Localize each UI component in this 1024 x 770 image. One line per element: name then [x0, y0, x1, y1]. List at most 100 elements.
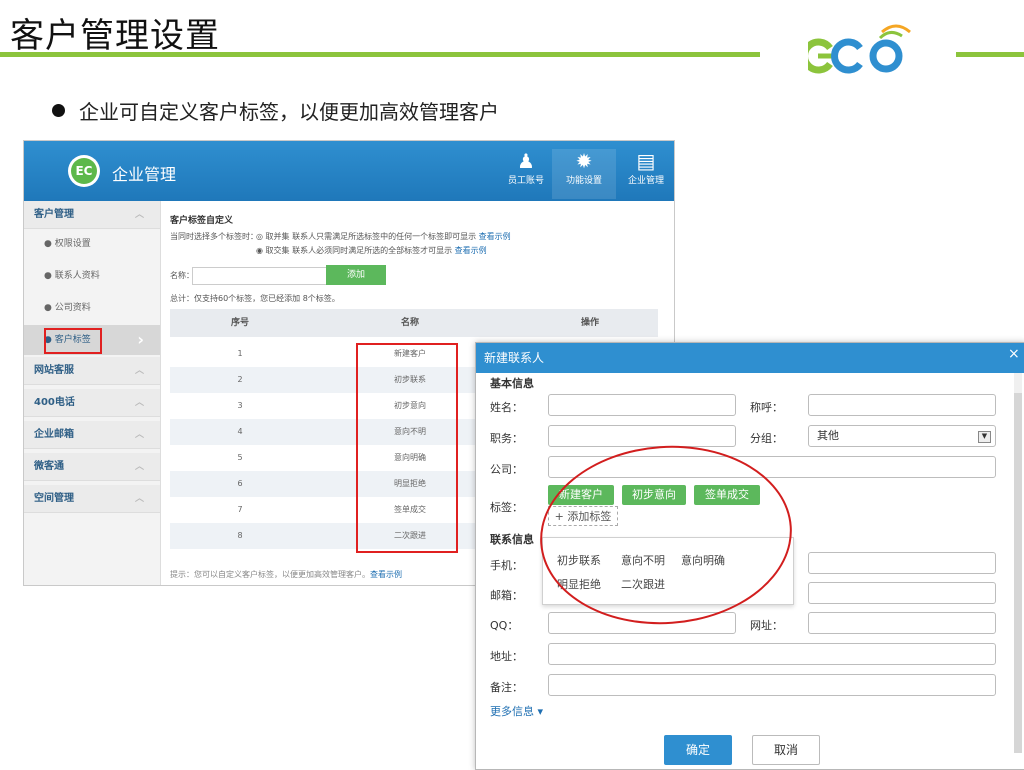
sidebar-group-mail[interactable]: 企业邮箱 ︿: [24, 421, 160, 449]
chevron-down-icon: ▼: [978, 431, 991, 443]
email-label: 邮箱：: [490, 589, 523, 602]
address-label: 地址：: [490, 650, 523, 663]
tag-summary: 总计：仅支持60个标签，您已经添加 8个标签。: [170, 294, 340, 303]
title-divider: [0, 52, 760, 57]
sidebar-group-customer[interactable]: 客户管理 ︿: [24, 201, 160, 229]
phone-input[interactable]: [808, 552, 996, 574]
radio-intersection[interactable]: ◉ 取交集 联系人必须同时满足所选的全部标签才可显示 查看示例: [256, 245, 487, 256]
row-no: 5: [237, 453, 243, 462]
sidebar-item-label: 权限设置: [54, 239, 91, 249]
position-input[interactable]: [548, 425, 736, 447]
chevron-up-icon: ︿: [134, 398, 144, 408]
row-no: 7: [237, 505, 243, 514]
section-basic-info: 基本信息: [490, 377, 534, 390]
staff-icon: ♟: [517, 149, 535, 173]
gear-icon: ✹: [575, 149, 593, 173]
qq-label: QQ：: [490, 619, 519, 632]
sidebar-group-label: 微客通: [34, 461, 64, 472]
app-title: 企业管理: [112, 165, 177, 184]
group-selected-value: 其他: [817, 429, 839, 442]
row-no: 8: [237, 531, 243, 540]
cancel-button[interactable]: 取消: [752, 735, 820, 765]
tip-example-link[interactable]: 查看示例: [370, 570, 402, 579]
tip-label: 提示：您可以自定义客户标签，以便更加高效管理客户。: [170, 570, 370, 579]
tags-label: 标签：: [490, 501, 523, 514]
name-label: 名称：: [170, 271, 194, 280]
dialog-scroll-thumb[interactable]: [1014, 393, 1022, 753]
section-contact-info: 联系信息: [490, 533, 534, 546]
remark-label: 备注：: [490, 681, 523, 694]
chevron-up-icon: ︿: [134, 494, 144, 504]
fax-input[interactable]: [808, 582, 996, 604]
nav-staff-accounts[interactable]: ♟ 员工账号: [494, 149, 558, 186]
nav-label: 功能设置: [565, 176, 602, 186]
nav-feature-settings[interactable]: ✹ 功能设置: [552, 149, 616, 199]
sidebar-group-weiketong[interactable]: 微客通 ︿: [24, 453, 160, 481]
sidebar-group-label: 400电话: [34, 397, 75, 408]
group-select[interactable]: 其他 ▼: [808, 425, 996, 447]
row-no: 1: [237, 349, 243, 358]
more-info-link[interactable]: 更多信息 ▾: [490, 703, 543, 719]
sidebar-group-400[interactable]: 400电话 ︿: [24, 389, 160, 417]
website-label: 网址：: [750, 619, 783, 632]
company-label: 公司：: [490, 463, 523, 476]
nav-label: 员工账号: [507, 176, 544, 186]
close-icon[interactable]: ×: [1008, 343, 1020, 365]
chevron-up-icon: ︿: [134, 210, 144, 220]
row-no: 2: [237, 375, 243, 384]
bullet-text: 企业可自定义客户标签，以便更加高效管理客户: [79, 100, 499, 124]
nav-label: 企业管理: [627, 176, 664, 186]
remark-input[interactable]: [548, 674, 996, 696]
col-header-no: 序号: [230, 318, 249, 328]
confirm-button[interactable]: 确定: [664, 735, 732, 765]
website-input[interactable]: [808, 612, 996, 634]
title-divider-right: [956, 52, 1024, 57]
view-example-link[interactable]: 查看示例: [455, 246, 487, 255]
sidebar-item-label: 公司资料: [54, 303, 91, 313]
sidebar-group-label: 空间管理: [34, 493, 74, 504]
sidebar: 客户管理 ︿ ● 权限设置 ● 联系人资料 ● 公司资料 ● 客户标签 › 网站客服…: [24, 201, 161, 585]
enterprise-icon: ▤: [636, 149, 656, 173]
eco-logo: [808, 24, 911, 74]
salutation-input[interactable]: [808, 394, 996, 416]
slide-title: 客户管理设置: [10, 16, 220, 56]
sidebar-item-permissions[interactable]: ● 权限设置: [24, 229, 160, 259]
chevron-right-icon: ›: [137, 330, 144, 349]
col-header-name: 名称: [400, 318, 419, 328]
sidebar-item-label: 联系人资料: [54, 271, 100, 281]
highlight-box-tag-names: [356, 343, 458, 553]
highlight-box-customer-tags: [44, 328, 102, 354]
row-no: 4: [237, 427, 243, 436]
position-label: 职务：: [490, 432, 523, 445]
bullet-dot-icon: [52, 104, 65, 117]
section-heading: 客户标签自定义: [170, 216, 234, 226]
chevron-up-icon: ︿: [134, 366, 144, 376]
sidebar-item-contact-data[interactable]: ● 联系人资料: [24, 261, 160, 291]
radio-union[interactable]: ◎ 取并集 联系人只需满足所选标签中的任何一个标签即可显示 查看示例: [256, 231, 511, 242]
add-tag-button[interactable]: 添加: [326, 265, 386, 285]
sidebar-group-space[interactable]: 空间管理 ︿: [24, 485, 160, 513]
radio-label: 取交集 联系人必须同时满足所选的全部标签才可显示: [265, 246, 453, 255]
mobile-label: 手机：: [490, 559, 523, 572]
salutation-label: 称呼：: [750, 401, 783, 414]
address-input[interactable]: [548, 643, 996, 665]
col-header-action: 操作: [580, 318, 599, 328]
dialog-title: 新建联系人: [476, 343, 1024, 373]
nav-enterprise-management[interactable]: ▤ 企业管理: [614, 149, 674, 186]
bullet-point: 企业可自定义客户标签，以便更加高效管理客户: [52, 96, 499, 125]
ec-badge-text: EC: [71, 158, 97, 184]
radio-label: 取并集 联系人只需满足所选标签中的任何一个标签即可显示: [265, 232, 477, 241]
row-no: 6: [237, 479, 243, 488]
sidebar-item-company-data[interactable]: ● 公司资料: [24, 293, 160, 323]
sidebar-group-webchat[interactable]: 网站客服 ︿: [24, 357, 160, 385]
sidebar-group-label: 企业邮箱: [34, 429, 74, 440]
chevron-up-icon: ︿: [134, 462, 144, 472]
view-example-link[interactable]: 查看示例: [479, 232, 511, 241]
name-input[interactable]: [548, 394, 736, 416]
tip-text: 提示：您可以自定义客户标签，以便更加高效管理客户。查看示例: [170, 569, 402, 580]
sidebar-group-label: 网站客服: [34, 365, 74, 376]
chevron-up-icon: ︿: [134, 430, 144, 440]
tag-name-input[interactable]: [192, 267, 328, 285]
name-label: 姓名：: [490, 401, 523, 414]
group-label: 分组：: [750, 432, 783, 445]
